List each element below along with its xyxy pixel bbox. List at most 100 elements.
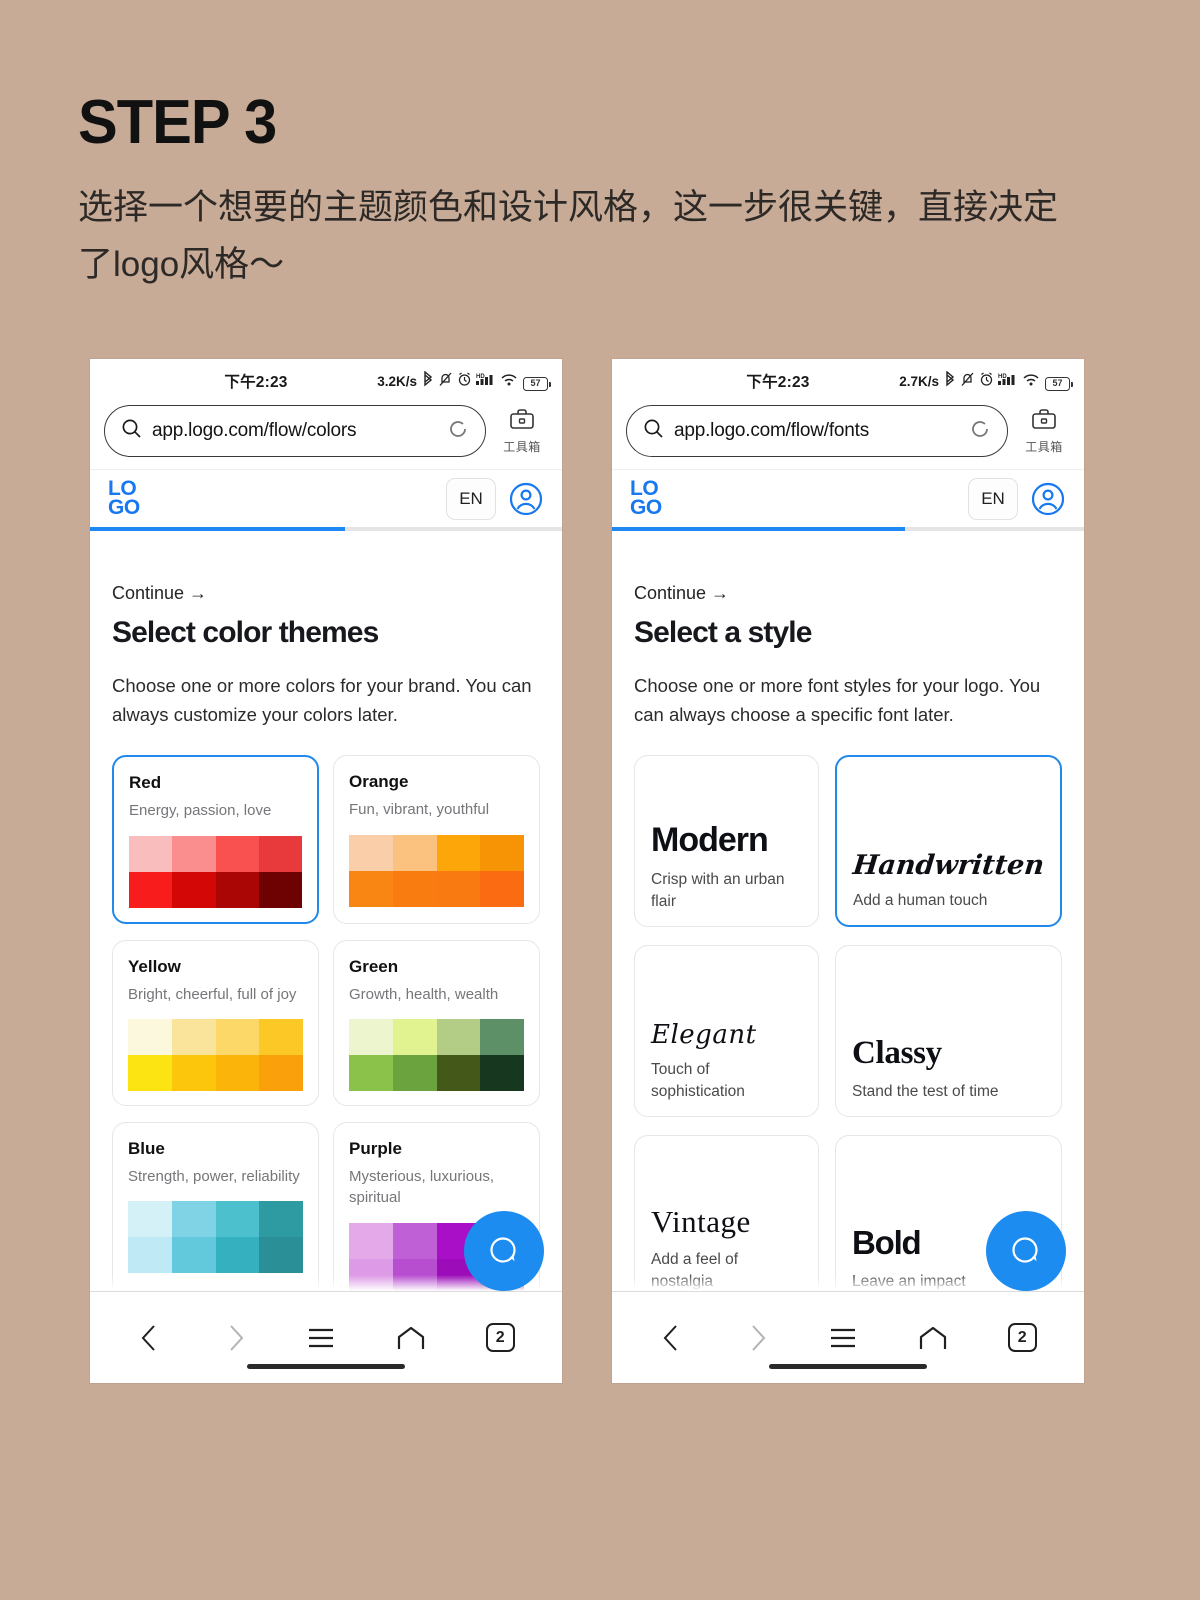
color-swatch xyxy=(349,1222,393,1259)
briefcase-icon xyxy=(1030,409,1058,436)
section-description: Choose one or more font styles for your … xyxy=(634,675,1041,725)
color-swatch xyxy=(259,1237,303,1274)
color-swatch-strip xyxy=(128,1018,303,1091)
toolbox-button[interactable]: 工具箱 xyxy=(496,407,548,455)
color-swatch xyxy=(480,1018,524,1055)
chat-bubble-icon xyxy=(490,1237,516,1263)
content-right: Continue → Select a style Choose one or … xyxy=(612,531,1084,1291)
color-swatch xyxy=(172,835,216,872)
color-swatch xyxy=(258,835,302,872)
color-swatch xyxy=(171,1201,216,1238)
color-card-description: Strength, power, reliability xyxy=(128,1167,300,1185)
font-style-name: Vintage xyxy=(651,1203,751,1239)
font-style-card[interactable]: Vintage Add a feel of nostalgia xyxy=(634,1135,819,1291)
color-swatch xyxy=(480,1054,524,1091)
font-style-card[interactable]: Elegant Touch of sophistication xyxy=(634,945,819,1118)
logo-line-2: GO xyxy=(630,495,662,519)
account-avatar-icon[interactable] xyxy=(508,481,544,517)
font-style-card[interactable]: Modern Crisp with an urban flair xyxy=(634,755,819,928)
language-button[interactable]: EN xyxy=(968,477,1018,520)
browser-navbar-left: 2 xyxy=(90,1291,562,1383)
wifi-icon xyxy=(500,371,519,391)
color-card-description: Mysterious, luxurious, spiritual xyxy=(349,1167,495,1207)
font-style-card[interactable]: Handwritten Add a human touch xyxy=(835,755,1062,928)
color-swatch xyxy=(128,1237,172,1274)
section-description: Choose one or more colors for your brand… xyxy=(112,675,532,725)
chat-bubble-icon xyxy=(1012,1237,1038,1263)
toolbox-button[interactable]: 工具箱 xyxy=(1018,407,1070,455)
color-swatch-strip xyxy=(349,834,524,907)
color-theme-card[interactable]: Orange Fun, vibrant, youthful xyxy=(333,755,540,924)
font-style-description: Add a feel of nostalgia xyxy=(651,1250,739,1290)
tab-count-button[interactable]: 2 xyxy=(485,1323,515,1352)
color-swatch xyxy=(258,871,302,908)
browser-url-row-right: app.logo.com/flow/fonts 工具箱 xyxy=(612,403,1084,469)
color-swatch-strip xyxy=(128,1201,303,1274)
color-swatch xyxy=(480,834,524,871)
color-theme-card[interactable]: Blue Strength, power, reliability xyxy=(112,1121,319,1291)
color-swatch xyxy=(349,1018,393,1055)
back-arrow-icon[interactable] xyxy=(137,1322,163,1354)
status-time: 下午2:23 xyxy=(746,374,810,391)
poster-canvas: STEP 3 选择一个想要的主题颜色和设计风格，这一步很关键，直接决定了logo… xyxy=(0,0,1200,1600)
font-style-description: Add a human touch xyxy=(853,891,988,909)
color-card-name: Red xyxy=(129,773,162,793)
menu-icon[interactable] xyxy=(306,1326,336,1350)
section-title: Select color themes xyxy=(112,616,379,649)
address-bar[interactable]: app.logo.com/flow/colors xyxy=(104,405,486,457)
color-swatch xyxy=(215,1054,260,1091)
url-text: app.logo.com/flow/fonts xyxy=(674,420,870,441)
status-bar-right: 下午2:23 2.7K/s HD 57 xyxy=(612,359,1084,403)
wifi-icon xyxy=(1022,371,1041,391)
font-style-name: Elegant xyxy=(651,1019,757,1050)
address-bar[interactable]: app.logo.com/flow/fonts xyxy=(626,405,1008,457)
forward-arrow-icon[interactable] xyxy=(744,1322,770,1354)
color-swatch xyxy=(259,1201,303,1238)
menu-icon[interactable] xyxy=(828,1326,858,1350)
color-swatch xyxy=(436,1018,481,1055)
font-style-card[interactable]: Classy Stand the test of time xyxy=(835,945,1062,1118)
font-style-name: Classy xyxy=(852,1034,942,1071)
color-card-name: Orange xyxy=(349,772,409,792)
color-swatch-strip xyxy=(349,1018,524,1091)
color-card-description: Energy, passion, love xyxy=(129,802,272,820)
color-theme-card[interactable]: Green Growth, health, wealth xyxy=(333,939,540,1106)
forward-arrow-icon[interactable] xyxy=(222,1322,248,1354)
app-header-right: LO GO EN xyxy=(612,469,1084,527)
color-swatch xyxy=(349,870,393,907)
logo-wordmark[interactable]: LO GO xyxy=(108,478,140,517)
continue-link[interactable]: Continue → xyxy=(112,583,540,604)
color-swatch xyxy=(215,835,259,872)
color-swatch xyxy=(129,871,173,908)
chat-support-button[interactable] xyxy=(986,1211,1066,1291)
color-swatch xyxy=(436,1054,481,1091)
logo-wordmark[interactable]: LO GO xyxy=(630,478,662,519)
color-swatch xyxy=(349,1258,393,1291)
color-swatch xyxy=(392,1222,437,1259)
browser-url-row-left: app.logo.com/flow/colors 工具箱 xyxy=(90,403,562,469)
home-icon[interactable] xyxy=(395,1324,427,1352)
phone-screenshot-fonts: 下午2:23 2.7K/s HD 57 app.logo.com/flow/fo… xyxy=(612,359,1084,1383)
color-card-name: Blue xyxy=(128,1138,165,1158)
back-arrow-icon[interactable] xyxy=(659,1322,685,1354)
language-button[interactable]: EN xyxy=(446,477,496,520)
color-swatch xyxy=(392,1018,437,1055)
color-swatch xyxy=(215,1018,260,1055)
account-avatar-icon[interactable] xyxy=(1030,481,1066,517)
tab-count-button[interactable]: 2 xyxy=(1007,1323,1037,1352)
color-swatch xyxy=(392,1054,437,1091)
color-theme-card[interactable]: Red Energy, passion, love xyxy=(112,755,319,924)
url-text: app.logo.com/flow/colors xyxy=(152,420,357,441)
color-swatch xyxy=(259,1018,303,1055)
style-grid: Modern Crisp with an urban flair Handwritt… xyxy=(634,755,1062,1291)
color-theme-card[interactable]: Yellow Bright, cheerful, full of joy xyxy=(112,939,319,1106)
color-swatch xyxy=(436,834,481,871)
reload-icon[interactable] xyxy=(447,418,469,445)
home-icon[interactable] xyxy=(917,1324,949,1352)
hero-subtitle: 选择一个想要的主题颜色和设计风格，这一步很关键，直接决定了logo风格～ xyxy=(78,188,1059,284)
font-style-description: Touch of sophistication xyxy=(651,1060,745,1100)
reload-icon[interactable] xyxy=(969,418,991,445)
page-title: STEP 3 xyxy=(78,88,277,157)
chat-support-button[interactable] xyxy=(464,1211,544,1291)
continue-link[interactable]: Continue → xyxy=(634,583,1062,604)
